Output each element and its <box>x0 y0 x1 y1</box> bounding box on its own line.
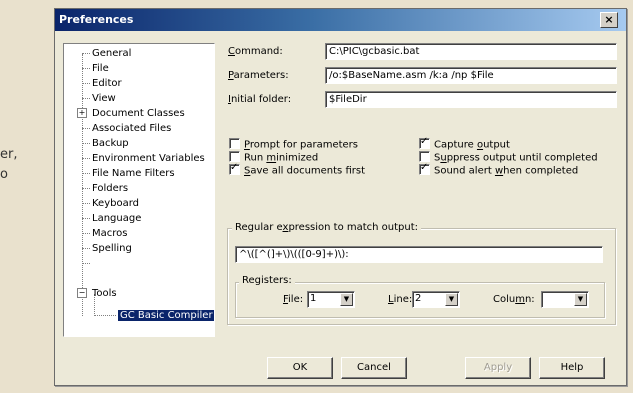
tree-connector <box>94 315 116 316</box>
tree-connector <box>82 203 90 204</box>
suppress-output-checkbox[interactable]: Suppress output until completed <box>419 151 598 164</box>
help-button[interactable]: Help <box>539 357 605 379</box>
command-label: Command: <box>228 46 283 57</box>
dropdown-arrow-icon[interactable]: ▼ <box>574 293 587 306</box>
tree-item-general[interactable]: General <box>92 47 131 60</box>
preferences-dialog: Preferences × General File Editor View +… <box>54 8 627 386</box>
tree-connector <box>82 158 90 159</box>
regex-group-label: Regular expression to match output: <box>232 222 422 233</box>
sound-alert-checkbox[interactable]: Sound alert when completed <box>419 162 578 177</box>
tree-connector <box>82 68 90 69</box>
selected-tree-label: GC Basic Compiler <box>118 310 214 321</box>
apply-button[interactable]: Apply <box>465 357 531 379</box>
column-register-select[interactable]: ▼ <box>541 291 589 308</box>
checkbox-box[interactable] <box>419 162 430 175</box>
title-bar[interactable]: Preferences × <box>55 9 626 31</box>
column-register-label: Column: <box>493 294 535 305</box>
tree-connector <box>82 248 90 249</box>
capture-output-checkbox[interactable]: Capture output <box>419 136 510 151</box>
file-register-value: 1 <box>310 293 317 304</box>
category-tree[interactable]: General File Editor View + Document Clas… <box>63 43 215 337</box>
background-text-line-1: er, <box>0 147 18 162</box>
tree-item-spelling[interactable]: Spelling <box>92 242 132 255</box>
tree-item-editor[interactable]: Editor <box>92 77 122 90</box>
tree-item-document-classes[interactable]: Document Classes <box>92 107 185 120</box>
file-register-label: File: <box>283 294 304 305</box>
tree-item-gc-basic-compiler[interactable]: GC Basic Compiler <box>118 309 214 322</box>
registers-group-label: Registers: <box>239 275 295 286</box>
tree-connector <box>82 98 90 99</box>
tree-connector <box>82 128 90 129</box>
tree-connector <box>82 83 90 84</box>
tree-item-tools[interactable]: Tools <box>92 287 117 300</box>
tree-connector <box>82 233 90 234</box>
dropdown-arrow-icon[interactable]: ▼ <box>445 293 458 306</box>
line-register-select[interactable]: 2 ▼ <box>412 291 460 308</box>
checkbox-box[interactable] <box>229 138 240 149</box>
tree-item-backup[interactable]: Backup <box>92 137 129 150</box>
command-input[interactable]: C:\PIC\gcbasic.bat <box>325 43 617 60</box>
background-text-line-2: o <box>0 167 8 182</box>
checkbox-box[interactable] <box>419 136 430 149</box>
prompt-parameters-checkbox[interactable]: Prompt for parameters <box>229 138 358 151</box>
run-minimized-checkbox[interactable]: Run minimized <box>229 151 318 164</box>
dropdown-arrow-icon[interactable]: ▼ <box>340 293 353 306</box>
line-register-value: 2 <box>415 293 422 304</box>
expand-toggle[interactable]: + <box>77 108 87 118</box>
tree-item-macros[interactable]: Macros <box>92 227 127 240</box>
cancel-button[interactable]: Cancel <box>341 357 407 379</box>
tree-connector <box>82 143 90 144</box>
close-button[interactable]: × <box>600 12 618 28</box>
ok-button[interactable]: OK <box>267 357 333 379</box>
tree-item-associated-files[interactable]: Associated Files <box>92 122 171 135</box>
tree-connector <box>82 188 90 189</box>
checkbox-box[interactable] <box>229 151 240 162</box>
save-all-documents-checkbox[interactable]: Save all documents first <box>229 162 365 177</box>
file-register-select[interactable]: 1 ▼ <box>307 291 355 308</box>
checkbox-box[interactable] <box>229 162 240 175</box>
tree-item-environment-variables[interactable]: Environment Variables <box>92 152 205 165</box>
tree-item-keyboard[interactable]: Keyboard <box>92 197 139 210</box>
initial-folder-label: Initial folder: <box>228 94 292 105</box>
parameters-label: Parameters: <box>228 70 289 81</box>
window-title: Preferences <box>59 13 134 26</box>
collapse-toggle[interactable]: − <box>77 288 87 298</box>
tree-item-file-name-filters[interactable]: File Name Filters <box>92 167 175 180</box>
tree-connector <box>82 263 90 264</box>
initial-folder-input[interactable]: $FileDir <box>325 91 617 108</box>
tree-connector <box>82 54 83 316</box>
tree-item-view[interactable]: View <box>92 92 116 105</box>
tree-connector <box>82 53 90 54</box>
regex-input[interactable]: ^\([^(]+\)\(([0-9]+)\): <box>235 246 603 263</box>
parameters-input[interactable]: /o:$BaseName.asm /k:a /np $File <box>325 67 617 84</box>
tree-connector <box>82 218 90 219</box>
line-register-label: Line: <box>388 294 413 305</box>
tree-item-folders[interactable]: Folders <box>92 182 128 195</box>
checkbox-box[interactable] <box>419 151 430 162</box>
tree-item-file[interactable]: File <box>92 62 109 75</box>
tree-item-language[interactable]: Language <box>92 212 141 225</box>
tree-connector <box>82 173 90 174</box>
